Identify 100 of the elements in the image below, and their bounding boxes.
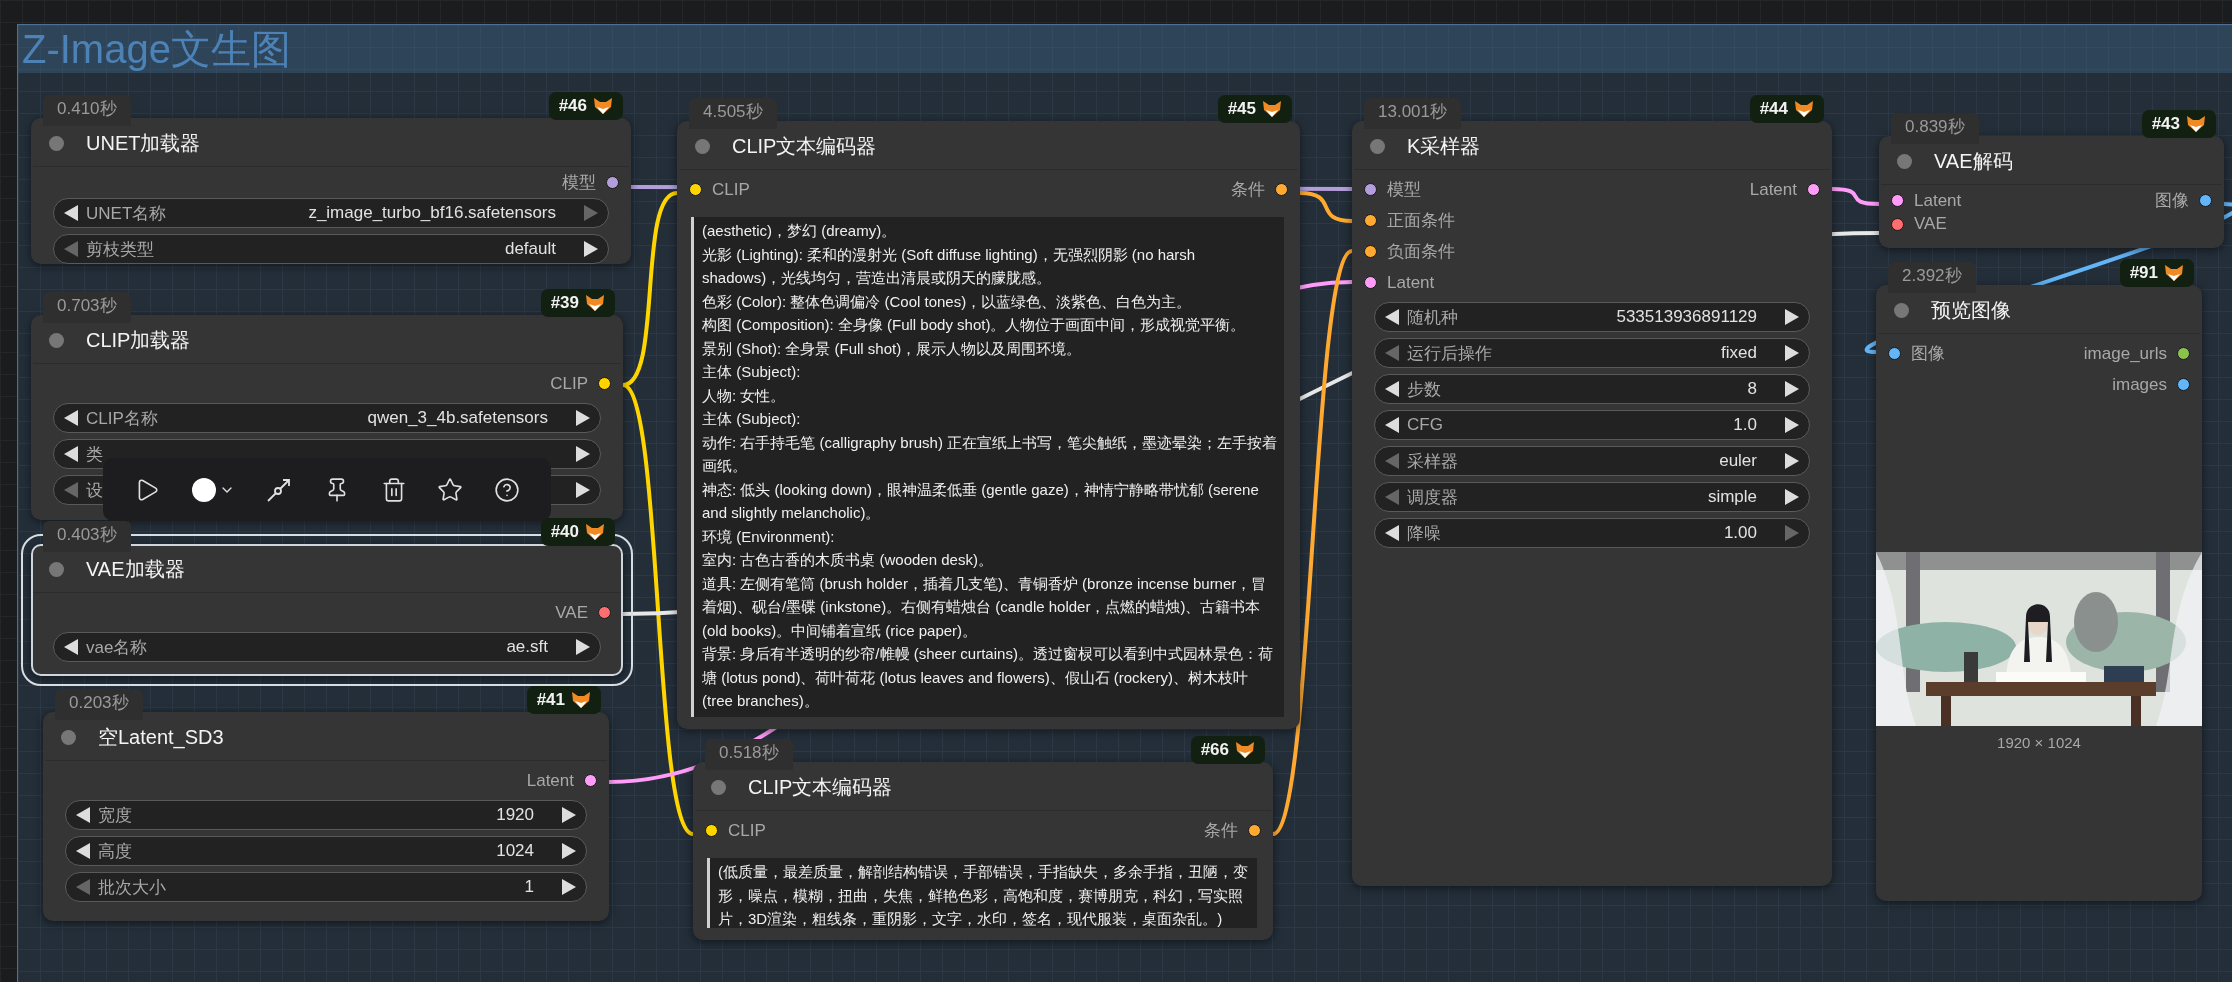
slot-label: 图像	[1911, 343, 1945, 365]
input-slot[interactable]	[1891, 217, 1904, 231]
input-slot[interactable]	[705, 824, 718, 837]
node-title: CLIP文本编码器	[732, 133, 877, 159]
left-arrow-icon[interactable]	[1385, 525, 1399, 541]
input-slot[interactable]	[1364, 214, 1377, 227]
slot-label: 图像	[2155, 190, 2189, 213]
output-slot[interactable]	[1248, 824, 1261, 837]
output-slot[interactable]	[598, 606, 611, 619]
collapse-dot[interactable]	[49, 332, 64, 348]
color-circle-icon[interactable]	[190, 476, 217, 503]
node-id-badge: #91	[2119, 259, 2194, 287]
fox-icon	[2186, 115, 2206, 133]
collapse-dot[interactable]	[49, 561, 64, 577]
output-slot[interactable]	[606, 176, 619, 189]
setting-widget[interactable]: 高度 1024	[65, 836, 587, 866]
collapse-dot[interactable]	[695, 138, 710, 154]
image-size-label: 1920 × 1024	[1997, 734, 2081, 751]
node-id-badge: #44	[1749, 95, 1824, 123]
time-badge: 0.410秒	[43, 95, 131, 126]
setting-widget[interactable]: UNET名称 z_image_turbo_bf16.safetensors	[53, 198, 609, 228]
node-title: UNET加载器	[86, 130, 201, 156]
setting-widget[interactable]: 步数 8	[1374, 374, 1810, 404]
right-arrow-icon[interactable]	[576, 639, 590, 655]
time-badge: 0.518秒	[705, 739, 793, 770]
time-badge: 0.203秒	[55, 689, 143, 720]
node-card[interactable]: K采样器 模型 Latent 正面条件 负面条件 Latent 随机种 533513936891129 运行后操作 fixed 步数 8 CFG 1.0 采样器 euler 调度器 simple 降噪 1.00	[1352, 121, 1832, 886]
node-card[interactable]	[677, 121, 1300, 729]
node-id-badge: #39	[540, 289, 615, 317]
input-slot[interactable]	[1364, 183, 1377, 196]
prompt-field[interactable]: (aesthetic)，梦幻 (dreamy)。 光影 (Lighting): 柔和的漫射光 (Soft diffuse lighting)，无强烈阴影 (no harsh shadows)，光线均匀，营造出清晨或阴天的朦胧感。 色彩 (Color): 整体色调偏冷 (Cool tones)，以蓝绿色、淡紫色、白色为主。 构图 (Composition): 全身像 (Full body shot)。人物位于画面中间，形成视觉平衡。 景别 (Shot): 全身景 (Full shot)，展示人物以及周围环境。 主体 (Subject): 人物: 女性。 主体 (Subject): 动作: 右手持毛笔 (calligraphy brush) 正在宣纸上书写，笔尖触纸，墨迹晕染；左手按着画纸。 神态: 低头 (looking down)，眼神温柔低垂 (gentle gaze)，神情宁静略带忧郁 (serene and slightly melancholic)。 环境 (Environment): 室内: 古色古香的木质书桌 (wooden desk)。 道具: 左侧有笔筒 (brush holder，插着几支笔)、青铜香炉 (bronze incense burner，冒着烟)、砚台/墨碟 (inkstone)。右侧有蜡烛台 (candle holder，点燃的蜡烛)、古籍书本 (old books)。中间铺着宣纸 (rice paper)。 背景: 身后有半透明的纱帘/帷幔 (sheer curtains)。透过窗棂可以看到中式园林景色：荷塘 (lotus pond)、荷叶荷花 (lotus leaves and flowers)、假山石 (rockery)、树木枝叶 (tree branches)。	[691, 217, 1284, 717]
setting-widget[interactable]: 宽度 1920	[65, 800, 587, 830]
setting-widget[interactable]: 采样器 euler	[1374, 446, 1810, 476]
right-arrow-icon[interactable]	[576, 446, 590, 462]
node-card[interactable]: UNET加载器 模型 UNET名称 z_image_turbo_bf16.safetensors 剪枝类型 default	[31, 118, 631, 264]
collapse-dot[interactable]	[1370, 138, 1385, 154]
node-card[interactable]: 预览图像 图像 image_urls images 1920 × 1024	[1876, 285, 2202, 901]
setting-widget[interactable]: CLIP名称 qwen_3_4b.safetensors	[53, 403, 601, 433]
setting-widget[interactable]: 降噪 1.00	[1374, 518, 1810, 548]
left-arrow-icon[interactable]	[76, 807, 90, 823]
time-badge: 0.403秒	[43, 521, 131, 552]
setting-widget[interactable]: 随机种 533513936891129	[1374, 302, 1810, 332]
left-arrow-icon[interactable]	[1385, 309, 1399, 325]
setting-widget[interactable]: CFG 1.0	[1374, 410, 1810, 440]
output-slot[interactable]	[1807, 183, 1820, 196]
node-card[interactable]: VAE解码 Latent 图像 VAE	[1879, 136, 2224, 248]
right-arrow-icon[interactable]	[1785, 417, 1799, 433]
output-slot[interactable]	[584, 774, 597, 787]
node-id-badge: #40	[540, 518, 615, 546]
setting-widget[interactable]: 运行后操作 fixed	[1374, 338, 1810, 368]
output-slot[interactable]	[2177, 347, 2190, 360]
slot-label: 条件	[1204, 820, 1238, 842]
left-arrow-icon[interactable]	[64, 639, 78, 655]
slot-label: Latent	[526, 770, 574, 791]
left-arrow-icon[interactable]	[1385, 417, 1399, 433]
right-arrow-icon[interactable]	[1785, 381, 1799, 397]
input-slot[interactable]	[1888, 347, 1901, 360]
setting-widget[interactable]: 剪枝类型 default	[53, 234, 609, 264]
slot-label: image_urls	[2083, 343, 2167, 364]
node-card[interactable]: 空Latent_SD3 Latent 宽度 1920 高度 1024 批次大小 1	[43, 712, 609, 921]
input-slot[interactable]	[1364, 245, 1377, 258]
collapse-dot[interactable]	[711, 779, 726, 795]
collapse-dot[interactable]	[61, 729, 76, 745]
right-arrow-icon[interactable]	[562, 807, 576, 823]
right-arrow-icon[interactable]	[1785, 309, 1799, 325]
node-id-badge: #46	[548, 92, 623, 120]
output-slot[interactable]	[2199, 194, 2212, 208]
right-arrow-icon[interactable]	[562, 843, 576, 859]
collapse-dot[interactable]	[1894, 302, 1909, 318]
slot-label: VAE	[555, 602, 588, 623]
right-arrow-icon[interactable]	[584, 241, 598, 257]
right-arrow-icon[interactable]	[562, 879, 576, 895]
output-slot[interactable]	[1275, 183, 1288, 196]
output-slot[interactable]	[2177, 378, 2190, 391]
left-arrow-icon[interactable]	[1385, 381, 1399, 397]
left-arrow-icon[interactable]	[64, 446, 78, 462]
left-arrow-icon[interactable]	[64, 205, 78, 221]
slot-label: images	[2112, 374, 2167, 395]
collapse-dot[interactable]	[1897, 153, 1912, 169]
collapse-dot[interactable]	[49, 135, 64, 151]
input-slot[interactable]	[1364, 276, 1377, 289]
right-arrow-icon[interactable]	[1785, 453, 1799, 469]
right-arrow-icon[interactable]	[576, 482, 590, 498]
setting-widget[interactable]: 批次大小 1	[65, 872, 587, 902]
slot-label: CLIP	[728, 820, 766, 841]
setting-widget[interactable]: vae名称 ae.sft	[53, 632, 601, 662]
input-slot[interactable]	[689, 183, 702, 196]
left-arrow-icon[interactable]	[76, 843, 90, 859]
right-arrow-icon[interactable]	[1785, 345, 1799, 361]
right-arrow-icon[interactable]	[1785, 489, 1799, 505]
node-title: VAE解码	[1934, 148, 2013, 174]
fox-icon	[585, 294, 605, 312]
node-id-badge: #43	[2141, 110, 2216, 138]
input-slot[interactable]	[1891, 194, 1904, 208]
node-card[interactable]: CLIP文本编码器 CLIP 条件 (低质量，最差质量，解剖结构错误，手部错误，手指缺失，多余手指，丑陋，变形，噪点，模糊，扭曲，失焦，鲜艳色彩，高饱和度，赛博朋克，科幻，写实照片，3D渲染，粗线条，重阴影，文字，水印，签名，现代服装，桌面杂乱。)	[693, 762, 1273, 940]
output-slot[interactable]	[598, 377, 611, 390]
left-arrow-icon[interactable]	[64, 410, 78, 426]
setting-widget[interactable]: 调度器 simple	[1374, 482, 1810, 512]
right-arrow-icon[interactable]	[576, 410, 590, 426]
prompt-field[interactable]: (低质量，最差质量，解剖结构错误，手部错误，手指缺失，多余手指，丑陋，变形，噪点，模糊，扭曲，失焦，鲜艳色彩，高饱和度，赛博朋克，科幻，写实照片，3D渲染，粗线条，重阴影，文字，水印，签名，现代服装，桌面杂乱。)	[707, 858, 1257, 928]
